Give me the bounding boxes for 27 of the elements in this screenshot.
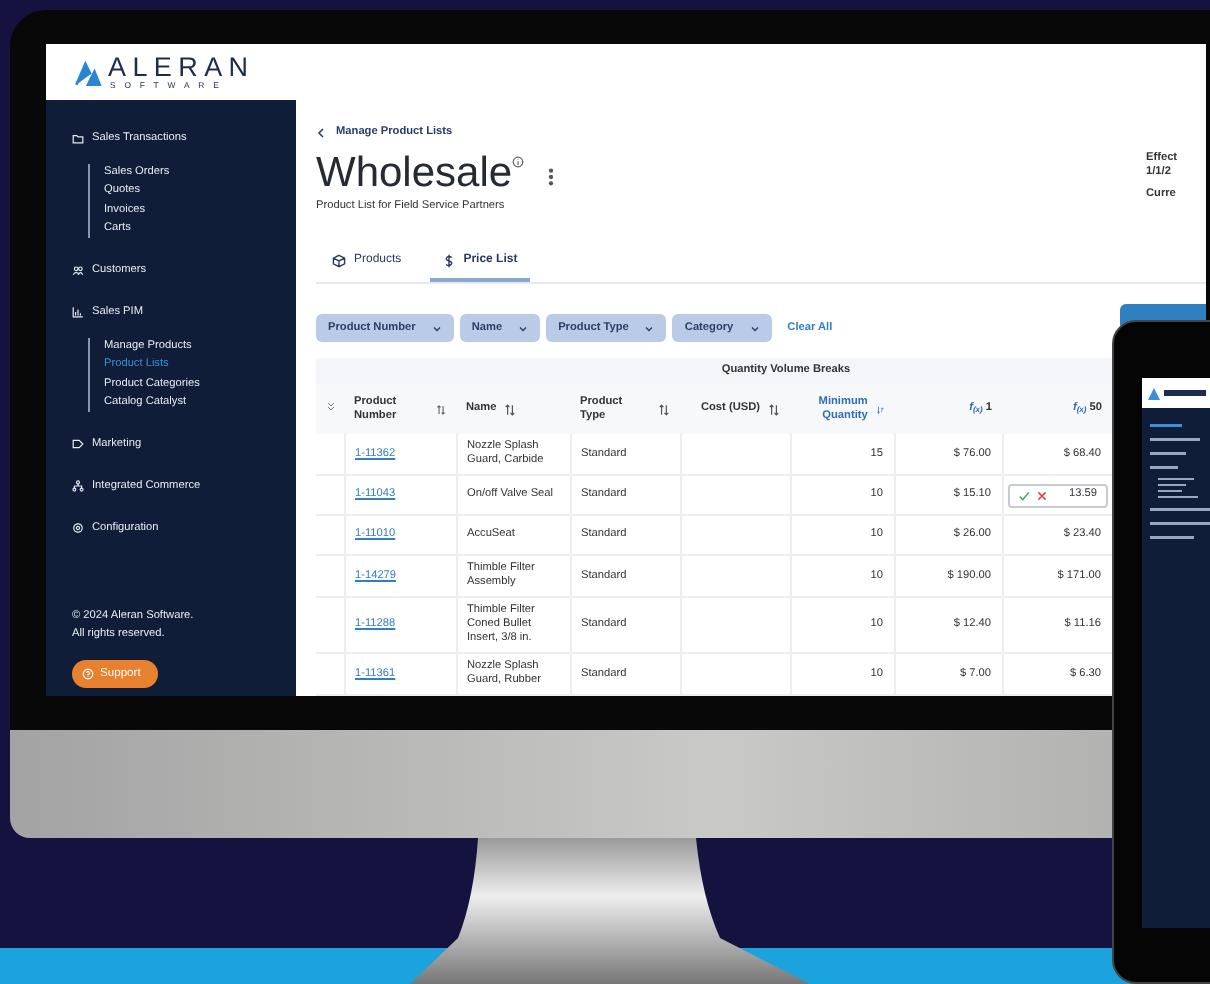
logo-wordmark: ALERAN	[108, 54, 255, 80]
chevron-down-icon	[431, 323, 442, 333]
back-chevron-icon	[316, 127, 326, 137]
cube-icon	[332, 254, 346, 268]
expand-all-icon	[326, 402, 336, 413]
bar-chart-icon	[72, 306, 84, 319]
sort-icon	[435, 403, 446, 415]
chevron-down-icon	[644, 323, 655, 333]
info-icon	[512, 156, 525, 168]
page-title: Wholesale	[316, 150, 513, 198]
logo-drawing	[1148, 387, 1208, 399]
sort-descending-icon	[875, 403, 884, 415]
chevron-down-icon	[749, 323, 760, 333]
folder-icon	[72, 132, 84, 144]
settings-icon	[72, 522, 84, 535]
network-icon	[72, 480, 84, 493]
dollar-icon	[441, 254, 456, 268]
check-icon	[1017, 489, 1029, 501]
help-icon	[82, 668, 94, 681]
sort-icon	[768, 403, 780, 415]
sort-icon	[504, 403, 517, 415]
logo-icon	[74, 59, 102, 85]
chevron-down-icon	[518, 323, 529, 333]
people-icon	[72, 264, 84, 277]
tag-icon	[72, 438, 84, 451]
close-icon	[1035, 489, 1047, 501]
sort-icon	[658, 403, 670, 415]
